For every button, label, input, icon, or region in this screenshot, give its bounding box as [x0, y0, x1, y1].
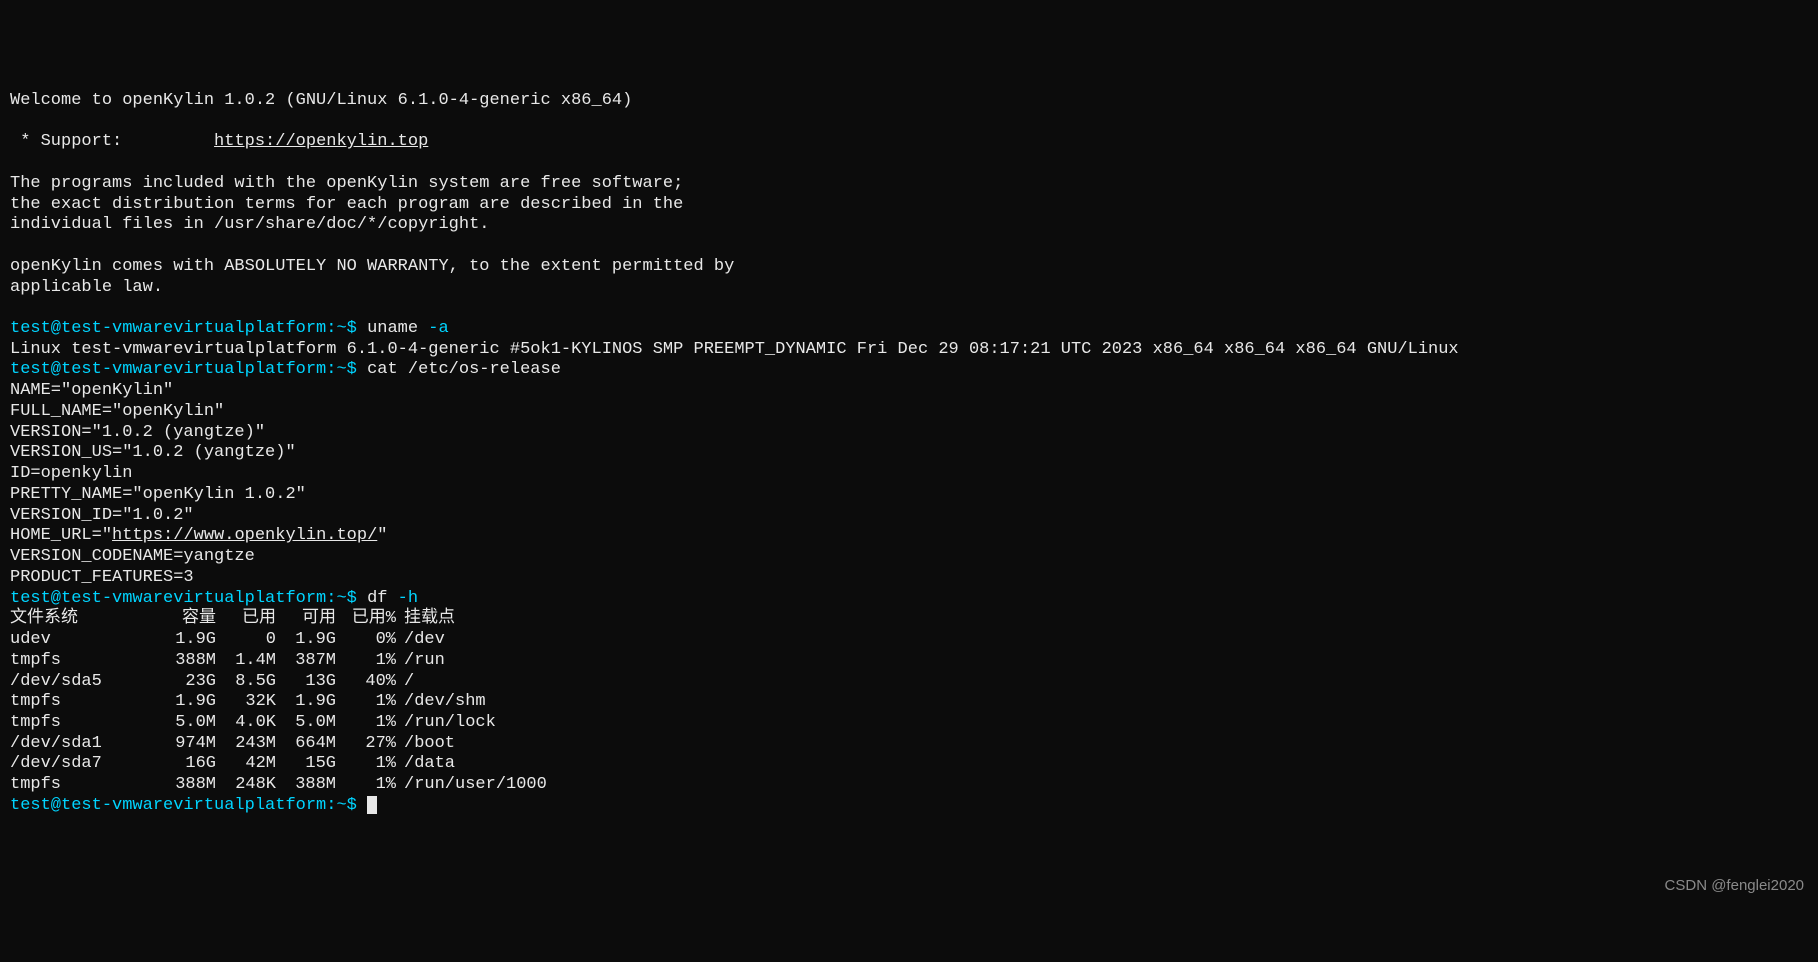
df-cell: 388M [280, 775, 340, 796]
shell-prompt-1: test@test-vmwarevirtualplatform:~$ [10, 319, 367, 338]
table-row: /dev/sda523G8.5G13G40%/ [10, 672, 1808, 693]
watermark: CSDN @fenglei2020 [1665, 877, 1804, 895]
df-output-table: 文件系统容量已用可用已用%挂载点udev1.9G01.9G0%/devtmpfs… [10, 609, 1808, 796]
df-cell: 15G [280, 754, 340, 775]
df-cell: tmpfs [10, 775, 170, 796]
os-release-version-id: VERSION_ID="1.0.2" [10, 506, 194, 525]
motd-warranty-line-2: applicable law. [10, 278, 163, 297]
df-cell: 248K [220, 775, 280, 796]
df-cell: 664M [280, 734, 340, 755]
shell-prompt-4: test@test-vmwarevirtualplatform:~$ [10, 796, 367, 815]
table-row: /dev/sda716G42M15G1%/data [10, 754, 1808, 775]
df-cell: 23G [170, 672, 220, 693]
motd-warranty-line-1: openKylin comes with ABSOLUTELY NO WARRA… [10, 257, 734, 276]
table-row: tmpfs388M1.4M387M1%/run [10, 651, 1808, 672]
df-cell: 5.0M [170, 713, 220, 734]
df-cell: tmpfs [10, 651, 170, 672]
df-cell: 1% [340, 651, 400, 672]
df-header-cell: 挂载点 [400, 609, 1808, 630]
df-cell: /dev/shm [400, 692, 1808, 713]
df-cell: / [400, 672, 1808, 693]
df-cell: 1.4M [220, 651, 280, 672]
terminal-cursor[interactable] [367, 796, 377, 814]
cmd-uname-flag: -a [428, 319, 448, 338]
df-cell: 388M [170, 651, 220, 672]
df-cell: 1% [340, 692, 400, 713]
df-cell: 0 [220, 630, 280, 651]
df-cell: udev [10, 630, 170, 651]
df-cell: 0% [340, 630, 400, 651]
df-cell: /run [400, 651, 1808, 672]
motd-support-link[interactable]: https://openkylin.top [214, 132, 428, 151]
os-release-home-url-prefix: HOME_URL=" [10, 526, 112, 545]
os-release-codename: VERSION_CODENAME=yangtze [10, 547, 255, 566]
df-cell: /dev/sda1 [10, 734, 170, 755]
df-cell: 4.0K [220, 713, 280, 734]
motd-welcome: Welcome to openKylin 1.0.2 (GNU/Linux 6.… [10, 91, 632, 110]
df-cell: tmpfs [10, 692, 170, 713]
table-row: tmpfs5.0M4.0K5.0M1%/run/lock [10, 713, 1808, 734]
cmd-df: df [367, 589, 398, 608]
df-cell: 16G [170, 754, 220, 775]
df-cell: 388M [170, 775, 220, 796]
df-cell: 5.0M [280, 713, 340, 734]
table-row: /dev/sda1974M243M664M27%/boot [10, 734, 1808, 755]
shell-prompt-3: test@test-vmwarevirtualplatform:~$ [10, 589, 367, 608]
df-cell: 42M [220, 754, 280, 775]
os-release-fullname: FULL_NAME="openKylin" [10, 402, 224, 421]
df-header-cell: 容量 [170, 609, 220, 630]
motd-programs-line-1: The programs included with the openKylin… [10, 174, 683, 193]
df-cell: 13G [280, 672, 340, 693]
df-cell: 243M [220, 734, 280, 755]
df-cell: tmpfs [10, 713, 170, 734]
df-cell: 1.9G [170, 630, 220, 651]
df-cell: 32K [220, 692, 280, 713]
uname-output: Linux test-vmwarevirtualplatform 6.1.0-4… [10, 340, 1459, 359]
df-cell: 1.9G [280, 692, 340, 713]
motd-programs-line-3: individual files in /usr/share/doc/*/cop… [10, 215, 489, 234]
df-cell: /run/lock [400, 713, 1808, 734]
df-cell: 1.9G [280, 630, 340, 651]
df-header-cell: 已用 [220, 609, 280, 630]
df-cell: 974M [170, 734, 220, 755]
df-cell: /dev/sda7 [10, 754, 170, 775]
table-row: tmpfs388M248K388M1%/run/user/1000 [10, 775, 1808, 796]
cmd-uname: uname [367, 319, 428, 338]
os-release-home-url-link[interactable]: https://www.openkylin.top/ [112, 526, 377, 545]
df-header-cell: 已用% [340, 609, 400, 630]
df-cell: 387M [280, 651, 340, 672]
os-release-product-features: PRODUCT_FEATURES=3 [10, 568, 194, 587]
motd-programs-line-2: the exact distribution terms for each pr… [10, 195, 683, 214]
df-header-cell: 文件系统 [10, 609, 170, 630]
df-cell: 27% [340, 734, 400, 755]
df-cell: 1% [340, 754, 400, 775]
shell-prompt-2: test@test-vmwarevirtualplatform:~$ [10, 360, 367, 379]
df-cell: /dev/sda5 [10, 672, 170, 693]
df-cell: 1% [340, 713, 400, 734]
df-cell: 1.9G [170, 692, 220, 713]
terminal-output[interactable]: Welcome to openKylin 1.0.2 (GNU/Linux 6.… [10, 91, 1808, 817]
df-cell: 8.5G [220, 672, 280, 693]
os-release-name: NAME="openKylin" [10, 381, 173, 400]
table-row: udev1.9G01.9G0%/dev [10, 630, 1808, 651]
cmd-df-flag: -h [398, 589, 418, 608]
df-header-row: 文件系统容量已用可用已用%挂载点 [10, 609, 1808, 630]
os-release-home-url-suffix: " [377, 526, 387, 545]
df-cell: /dev [400, 630, 1808, 651]
df-cell: 1% [340, 775, 400, 796]
df-cell: /boot [400, 734, 1808, 755]
df-cell: /run/user/1000 [400, 775, 1808, 796]
df-header-cell: 可用 [280, 609, 340, 630]
os-release-id: ID=openkylin [10, 464, 132, 483]
os-release-version-us: VERSION_US="1.0.2 (yangtze)" [10, 443, 296, 462]
table-row: tmpfs1.9G32K1.9G1%/dev/shm [10, 692, 1808, 713]
df-cell: /data [400, 754, 1808, 775]
os-release-pretty-name: PRETTY_NAME="openKylin 1.0.2" [10, 485, 306, 504]
df-cell: 40% [340, 672, 400, 693]
os-release-version: VERSION="1.0.2 (yangtze)" [10, 423, 265, 442]
cmd-cat-os-release: cat /etc/os-release [367, 360, 561, 379]
motd-support-label: * Support: [10, 132, 214, 151]
